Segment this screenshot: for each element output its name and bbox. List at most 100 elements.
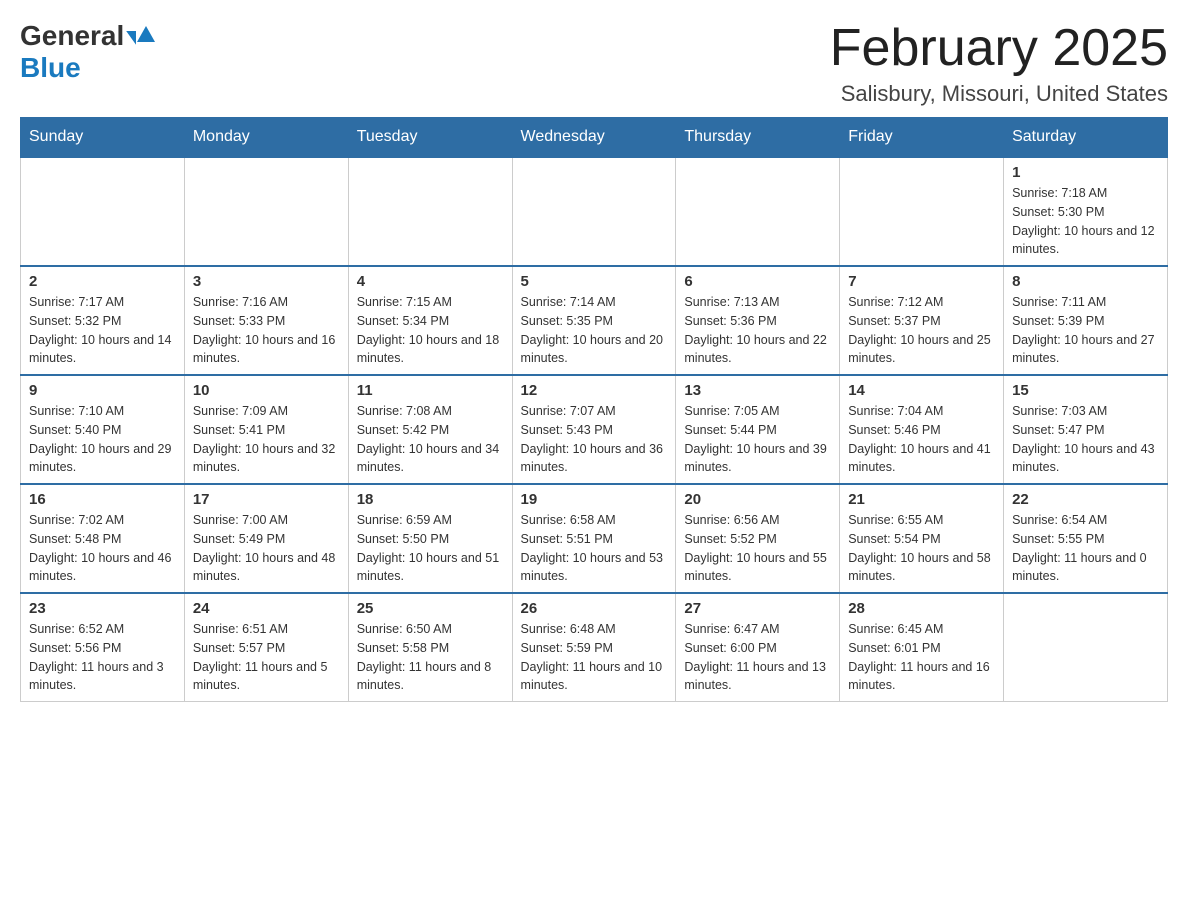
logo-general-text: General [20,20,124,52]
calendar-table: Sunday Monday Tuesday Wednesday Thursday… [20,117,1168,702]
day-number: 3 [193,273,340,290]
day-info: Sunrise: 6:51 AMSunset: 5:57 PMDaylight:… [193,620,340,695]
table-row: 23 Sunrise: 6:52 AMSunset: 5:56 PMDayligh… [21,593,185,702]
day-info: Sunrise: 6:45 AMSunset: 6:01 PMDaylight:… [848,620,995,695]
table-row: 6 Sunrise: 7:13 AMSunset: 5:36 PMDaylight… [676,266,840,375]
day-info: Sunrise: 7:10 AMSunset: 5:40 PMDaylight:… [29,402,176,477]
calendar-week-row: 16 Sunrise: 7:02 AMSunset: 5:48 PMDayligh… [21,484,1168,593]
table-row: 11 Sunrise: 7:08 AMSunset: 5:42 PMDayligh… [348,375,512,484]
calendar-week-row: 2Sunrise: 7:17 AMSunset: 5:32 PMDaylight… [21,266,1168,375]
day-info: Sunrise: 6:55 AMSunset: 5:54 PMDaylight:… [848,511,995,586]
header-thursday: Thursday [676,118,840,158]
day-info: Sunrise: 6:47 AMSunset: 6:00 PMDaylight:… [684,620,831,695]
logo-arrow-icon [126,31,136,45]
day-number: 5 [521,273,668,290]
table-row [348,157,512,266]
table-row: 25 Sunrise: 6:50 AMSunset: 5:58 PMDayligh… [348,593,512,702]
day-number: 10 [193,382,340,399]
title-area: February 2025 Salisbury, Missouri, Unite… [830,20,1168,107]
location-subtitle: Salisbury, Missouri, United States [830,81,1168,107]
day-info: Sunrise: 7:07 AMSunset: 5:43 PMDaylight:… [521,402,668,477]
day-number: 19 [521,491,668,508]
table-row: 27 Sunrise: 6:47 AMSunset: 6:00 PMDayligh… [676,593,840,702]
day-info: Sunrise: 7:11 AMSunset: 5:39 PMDaylight:… [1012,293,1159,368]
table-row: 9 Sunrise: 7:10 AMSunset: 5:40 PMDaylight… [21,375,185,484]
day-number: 25 [357,600,504,617]
logo-arrow-shape [137,26,155,47]
header-saturday: Saturday [1004,118,1168,158]
table-row: 26 Sunrise: 6:48 AMSunset: 5:59 PMDayligh… [512,593,676,702]
table-row: 7Sunrise: 7:12 AMSunset: 5:37 PMDaylight… [840,266,1004,375]
day-info: Sunrise: 6:50 AMSunset: 5:58 PMDaylight:… [357,620,504,695]
day-info: Sunrise: 7:03 AMSunset: 5:47 PMDaylight:… [1012,402,1159,477]
calendar-week-row: 23 Sunrise: 6:52 AMSunset: 5:56 PMDayligh… [21,593,1168,702]
day-number: 4 [357,273,504,290]
day-info: Sunrise: 7:16 AMSunset: 5:33 PMDaylight:… [193,293,340,368]
day-number: 9 [29,382,176,399]
table-row: 22 Sunrise: 6:54 AMSunset: 5:55 PMDayligh… [1004,484,1168,593]
logo-blue-text: Blue [20,52,81,83]
table-row: 8 Sunrise: 7:11 AMSunset: 5:39 PMDaylight… [1004,266,1168,375]
table-row: 3 Sunrise: 7:16 AMSunset: 5:33 PMDaylight… [184,266,348,375]
day-number: 21 [848,491,995,508]
day-info: Sunrise: 6:48 AMSunset: 5:59 PMDaylight:… [521,620,668,695]
calendar-week-row: 9 Sunrise: 7:10 AMSunset: 5:40 PMDaylight… [21,375,1168,484]
day-info: Sunrise: 7:15 AMSunset: 5:34 PMDaylight:… [357,293,504,368]
table-row: 16 Sunrise: 7:02 AMSunset: 5:48 PMDayligh… [21,484,185,593]
table-row [676,157,840,266]
table-row [184,157,348,266]
day-number: 27 [684,600,831,617]
table-row: 24 Sunrise: 6:51 AMSunset: 5:57 PMDayligh… [184,593,348,702]
day-number: 13 [684,382,831,399]
table-row: 21 Sunrise: 6:55 AMSunset: 5:54 PMDayligh… [840,484,1004,593]
day-info: Sunrise: 7:17 AMSunset: 5:32 PMDaylight:… [29,293,176,368]
table-row [512,157,676,266]
table-row: 14Sunrise: 7:04 AMSunset: 5:46 PMDayligh… [840,375,1004,484]
header-wednesday: Wednesday [512,118,676,158]
day-number: 28 [848,600,995,617]
table-row: 13 Sunrise: 7:05 AMSunset: 5:44 PMDayligh… [676,375,840,484]
day-info: Sunrise: 7:12 AMSunset: 5:37 PMDaylight:… [848,293,995,368]
table-row: 20 Sunrise: 6:56 AMSunset: 5:52 PMDayligh… [676,484,840,593]
day-info: Sunrise: 6:54 AMSunset: 5:55 PMDaylight:… [1012,511,1159,586]
day-info: Sunrise: 6:58 AMSunset: 5:51 PMDaylight:… [521,511,668,586]
table-row: 12 Sunrise: 7:07 AMSunset: 5:43 PMDayligh… [512,375,676,484]
day-info: Sunrise: 7:13 AMSunset: 5:36 PMDaylight:… [684,293,831,368]
day-number: 20 [684,491,831,508]
table-row: 17Sunrise: 7:00 AMSunset: 5:49 PMDayligh… [184,484,348,593]
day-number: 16 [29,491,176,508]
day-number: 8 [1012,273,1159,290]
day-number: 1 [1012,164,1159,181]
table-row [21,157,185,266]
day-info: Sunrise: 7:02 AMSunset: 5:48 PMDaylight:… [29,511,176,586]
day-info: Sunrise: 7:14 AMSunset: 5:35 PMDaylight:… [521,293,668,368]
page-header: General Blue February 2025 Salisbury, Mi… [20,20,1168,107]
day-number: 11 [357,382,504,399]
table-row: 19 Sunrise: 6:58 AMSunset: 5:51 PMDayligh… [512,484,676,593]
month-year-title: February 2025 [830,20,1168,77]
weekday-header-row: Sunday Monday Tuesday Wednesday Thursday… [21,118,1168,158]
table-row: 4 Sunrise: 7:15 AMSunset: 5:34 PMDaylight… [348,266,512,375]
day-info: Sunrise: 6:52 AMSunset: 5:56 PMDaylight:… [29,620,176,695]
table-row: 2Sunrise: 7:17 AMSunset: 5:32 PMDaylight… [21,266,185,375]
day-number: 6 [684,273,831,290]
day-number: 23 [29,600,176,617]
day-info: Sunrise: 6:56 AMSunset: 5:52 PMDaylight:… [684,511,831,586]
table-row: 10Sunrise: 7:09 AMSunset: 5:41 PMDayligh… [184,375,348,484]
day-info: Sunrise: 7:05 AMSunset: 5:44 PMDaylight:… [684,402,831,477]
table-row: 1Sunrise: 7:18 AMSunset: 5:30 PMDaylight… [1004,157,1168,266]
day-number: 12 [521,382,668,399]
header-sunday: Sunday [21,118,185,158]
table-row: 15 Sunrise: 7:03 AMSunset: 5:47 PMDayligh… [1004,375,1168,484]
day-info: Sunrise: 7:00 AMSunset: 5:49 PMDaylight:… [193,511,340,586]
header-tuesday: Tuesday [348,118,512,158]
day-number: 24 [193,600,340,617]
day-number: 22 [1012,491,1159,508]
day-number: 26 [521,600,668,617]
day-info: Sunrise: 7:04 AMSunset: 5:46 PMDaylight:… [848,402,995,477]
day-number: 15 [1012,382,1159,399]
day-info: Sunrise: 7:08 AMSunset: 5:42 PMDaylight:… [357,402,504,477]
calendar-week-row: 1Sunrise: 7:18 AMSunset: 5:30 PMDaylight… [21,157,1168,266]
table-row [1004,593,1168,702]
table-row [840,157,1004,266]
